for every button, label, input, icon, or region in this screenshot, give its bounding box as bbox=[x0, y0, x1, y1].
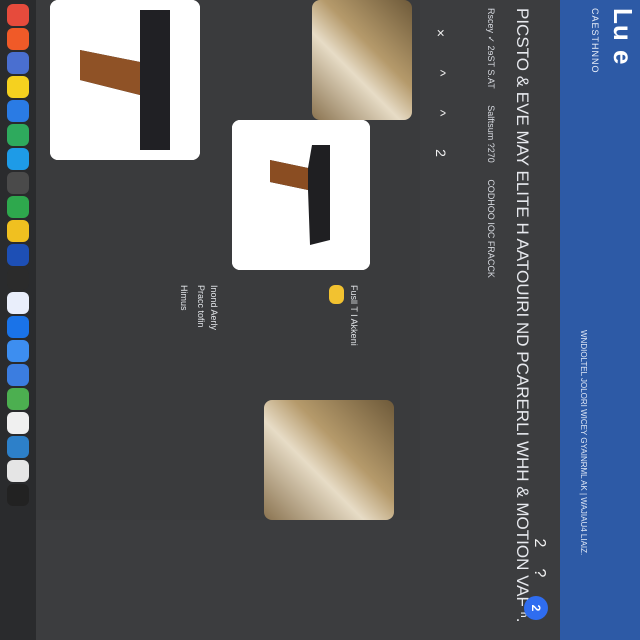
app-dock bbox=[0, 0, 36, 640]
maps-icon[interactable] bbox=[7, 124, 29, 146]
cave-thumbnail[interactable] bbox=[312, 0, 412, 120]
music-icon[interactable] bbox=[7, 244, 29, 266]
mail-icon[interactable] bbox=[7, 28, 29, 50]
up-icon[interactable]: ^ bbox=[428, 60, 454, 86]
next-icon[interactable]: 2 bbox=[526, 530, 552, 556]
chrome-icon[interactable] bbox=[7, 316, 29, 338]
ad-icon[interactable] bbox=[7, 268, 29, 290]
settings-icon[interactable] bbox=[7, 172, 29, 194]
pistol-thumbnail-2[interactable] bbox=[50, 0, 200, 160]
site-brand[interactable]: Lu e bbox=[607, 8, 638, 65]
pistol-thumbnail[interactable] bbox=[232, 120, 370, 270]
card-sub-2: Pracc tofin bbox=[196, 285, 206, 328]
action-controls: × ^ ^ 2 bbox=[428, 20, 454, 166]
messages-icon[interactable] bbox=[7, 364, 29, 386]
notes-icon[interactable] bbox=[7, 76, 29, 98]
rotated-page-canvas: Lu e CAESTHNNO WNDIOLTEL JOLORI WICEY GY… bbox=[0, 0, 640, 640]
image-results-panel: Fusll T I Akkeni Inond Aerly Pracc tofin… bbox=[0, 0, 420, 520]
files-icon[interactable] bbox=[7, 52, 29, 74]
chat-icon[interactable] bbox=[7, 292, 29, 314]
status-badge bbox=[329, 285, 344, 304]
photos-icon[interactable] bbox=[7, 220, 29, 242]
card-title-2[interactable]: Inond Aerly bbox=[207, 285, 220, 330]
globe-icon[interactable] bbox=[7, 436, 29, 458]
help-icon[interactable]: ? bbox=[526, 560, 552, 586]
card-title-1[interactable]: Fusll T I Akkeni bbox=[347, 285, 360, 346]
site-header: Lu e CAESTHNNO WNDIOLTEL JOLORI WICEY GY… bbox=[560, 0, 640, 640]
card-caption-3: Himus bbox=[177, 285, 190, 311]
card-caption-2: Inond Aerly Pracc tofin bbox=[194, 285, 220, 330]
pistol-image bbox=[232, 120, 370, 270]
number-icon[interactable]: 2 bbox=[428, 140, 454, 166]
edge-icon[interactable] bbox=[7, 340, 29, 362]
up-alt-icon[interactable]: ^ bbox=[428, 100, 454, 126]
camera-icon[interactable] bbox=[7, 196, 29, 218]
nav-controls: 2 ? bbox=[526, 530, 552, 586]
meta-left: Rscey ✓ 2ɘST S.AT bbox=[486, 8, 496, 89]
browser-icon[interactable] bbox=[7, 4, 29, 26]
sub-meta-row: Rscey ✓ 2ɘST S.AT Salftsum ?270 CODHOO I… bbox=[485, 8, 496, 292]
header-meta: WNDIOLTEL JOLORI WICEY GYAINRML AK | WAJ… bbox=[579, 330, 588, 556]
site-url-label: CAESTHNNO bbox=[590, 8, 600, 74]
calendar-icon[interactable] bbox=[7, 100, 29, 122]
cave-thumbnail-2[interactable] bbox=[264, 400, 394, 520]
assistant-fab-button[interactable]: 2 bbox=[524, 596, 548, 620]
card-title-3[interactable]: Himus bbox=[177, 285, 190, 311]
video-icon[interactable] bbox=[7, 412, 29, 434]
pistol-image-2 bbox=[50, 0, 200, 160]
gallery-icon[interactable] bbox=[7, 484, 29, 506]
meta-sub-2: CODHOO IOC FRACCK bbox=[486, 179, 496, 278]
aol-icon[interactable] bbox=[7, 460, 29, 482]
close-icon[interactable]: × bbox=[428, 20, 454, 46]
card-caption-1: Fusll T I Akkeni bbox=[329, 285, 360, 346]
app-store-icon[interactable] bbox=[7, 148, 29, 170]
drive-icon[interactable] bbox=[7, 388, 29, 410]
meta-sub-1: Salftsum ?270 bbox=[486, 105, 496, 163]
